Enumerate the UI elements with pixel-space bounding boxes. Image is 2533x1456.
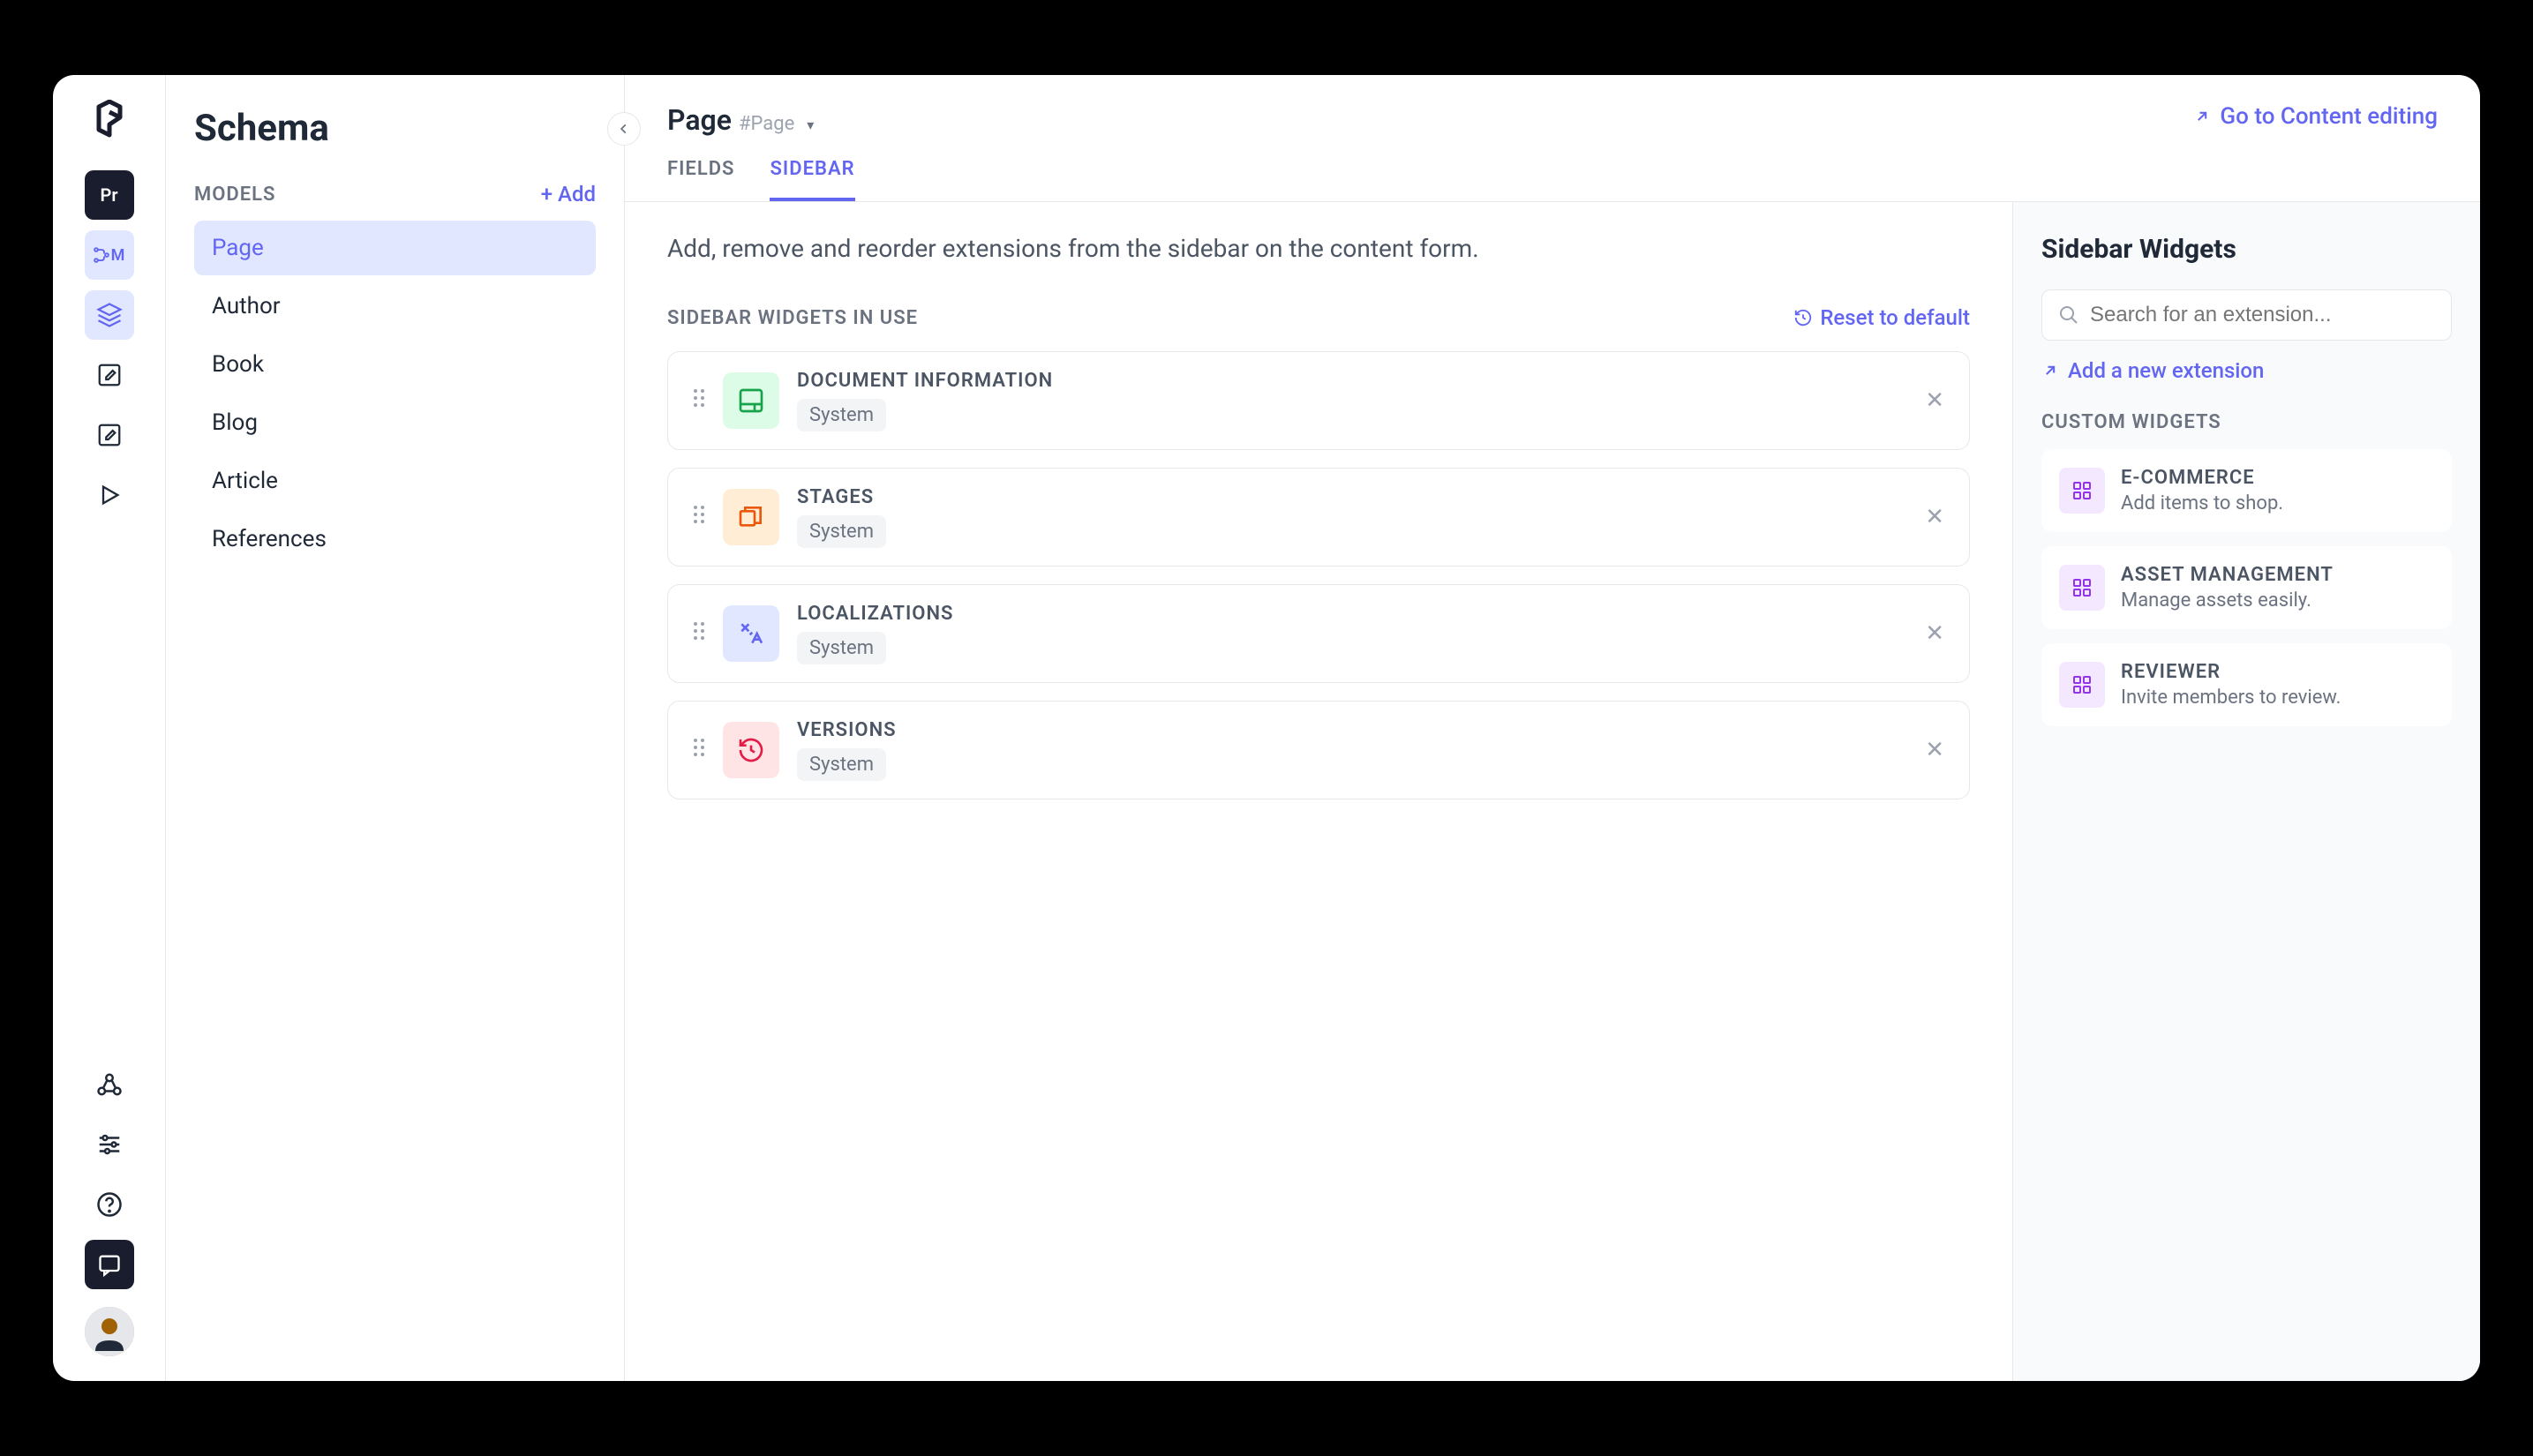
play-icon <box>97 483 122 507</box>
widget-icon <box>723 605 779 662</box>
add-extension-link[interactable]: Add a new extension <box>2041 358 2452 383</box>
layers-icon <box>96 302 123 328</box>
widget-card: VERSIONS System ✕ <box>667 701 1970 799</box>
widget-card: STAGES System ✕ <box>667 468 1970 567</box>
custom-widget-card[interactable]: REVIEWER Invite members to review. <box>2041 643 2452 726</box>
grid-icon <box>2059 468 2105 514</box>
custom-widgets-label: CUSTOM WIDGETS <box>2041 411 2452 433</box>
logo-icon <box>92 100 127 142</box>
avatar-icon <box>85 1307 134 1356</box>
go-to-content-link[interactable]: Go to Content editing <box>2193 103 2438 130</box>
widget-title: DOCUMENT INFORMATION <box>797 370 1907 392</box>
nav-schema[interactable] <box>85 290 134 340</box>
models-label: MODELS <box>194 184 275 206</box>
nav-settings[interactable] <box>85 1120 134 1169</box>
widget-title: STAGES <box>797 486 1907 508</box>
tabs: FIELDS SIDEBAR <box>625 137 2480 202</box>
chat-icon <box>97 1252 122 1277</box>
widget-tag: System <box>797 632 886 664</box>
model-item[interactable]: Author <box>194 279 596 334</box>
center-panel: Add, remove and reorder extensions from … <box>625 202 2012 1381</box>
nav-master-badge[interactable]: M <box>85 230 134 280</box>
widgets-in-use-label: SIDEBAR WIDGETS IN USE <box>667 307 918 329</box>
remove-widget-button[interactable]: ✕ <box>1925 737 1944 763</box>
widget-icon <box>723 489 779 545</box>
nav-content[interactable] <box>85 350 134 400</box>
widget-tag: System <box>797 399 886 432</box>
nav-playground[interactable] <box>85 470 134 520</box>
search-icon <box>2058 304 2079 326</box>
sidebar-widgets-title: Sidebar Widgets <box>2041 234 2452 265</box>
sidebar-right: Sidebar Widgets Add a new extension CUST… <box>2012 202 2480 1381</box>
widget-card: DOCUMENT INFORMATION System ✕ <box>667 351 1970 450</box>
widget-icon <box>723 722 779 778</box>
webhook-icon <box>96 1071 123 1098</box>
widget-title: LOCALIZATIONS <box>797 603 1907 625</box>
user-avatar[interactable] <box>85 1307 134 1356</box>
nav-help[interactable] <box>85 1180 134 1229</box>
widgets-in-use-list: DOCUMENT INFORMATION System ✕ STAGES Sys… <box>667 351 1970 799</box>
widget-tag: System <box>797 515 886 548</box>
drag-handle[interactable] <box>693 621 705 646</box>
crumb-title: Page <box>667 103 732 137</box>
intro-text: Add, remove and reorder extensions from … <box>667 234 1970 263</box>
drag-handle[interactable] <box>693 505 705 529</box>
grid-icon <box>2059 662 2105 708</box>
custom-widget-title: ASSET MANAGEMENT <box>2121 564 2334 586</box>
breadcrumb[interactable]: Page #Page ▾ <box>667 103 814 137</box>
model-item[interactable]: Page <box>194 221 596 275</box>
custom-widget-desc: Add items to shop. <box>2121 492 2283 514</box>
drag-handle[interactable] <box>693 738 705 762</box>
model-item[interactable]: Article <box>194 454 596 508</box>
custom-widget-desc: Manage assets easily. <box>2121 589 2334 612</box>
sliders-icon <box>96 1131 123 1158</box>
crumb-tag: #Page <box>739 113 794 135</box>
nav-rail: Pr M <box>53 75 166 1381</box>
widget-tag: System <box>797 748 886 781</box>
tab[interactable]: FIELDS <box>667 158 734 201</box>
external-link-icon <box>2041 362 2059 379</box>
custom-widget-card[interactable]: E-COMMERCE Add items to shop. <box>2041 449 2452 532</box>
widget-title: VERSIONS <box>797 719 1907 741</box>
custom-widget-title: REVIEWER <box>2121 661 2341 683</box>
chevron-left-icon <box>618 123 630 135</box>
search-box[interactable] <box>2041 289 2452 341</box>
widget-icon <box>723 372 779 429</box>
app-logo[interactable] <box>88 100 131 142</box>
app-window: Pr M <box>53 75 2480 1381</box>
custom-widgets-list: E-COMMERCE Add items to shop. ASSET MANA… <box>2041 449 2452 726</box>
add-model-button[interactable]: + Add <box>541 182 596 206</box>
main-area: Page #Page ▾ Go to Content editing FIELD… <box>625 75 2480 1381</box>
search-input[interactable] <box>2090 303 2435 327</box>
nav-assets[interactable] <box>85 410 134 460</box>
custom-widget-card[interactable]: ASSET MANAGEMENT Manage assets easily. <box>2041 546 2452 629</box>
remove-widget-button[interactable]: ✕ <box>1925 504 1944 530</box>
nav-webhooks[interactable] <box>85 1060 134 1109</box>
collapse-sidebar-button[interactable] <box>607 112 641 146</box>
remove-widget-button[interactable]: ✕ <box>1925 387 1944 414</box>
drag-handle[interactable] <box>693 388 705 413</box>
sidebar-left: Schema MODELS + Add PageAuthorBookBlogAr… <box>166 75 625 1381</box>
remove-widget-button[interactable]: ✕ <box>1925 620 1944 647</box>
nav-project-badge[interactable]: Pr <box>85 170 134 220</box>
model-item[interactable]: References <box>194 512 596 567</box>
edit-alt-icon <box>96 422 123 448</box>
custom-widget-desc: Invite members to review. <box>2121 687 2341 709</box>
model-item[interactable]: Blog <box>194 395 596 450</box>
edit-icon <box>96 362 123 388</box>
chevron-down-icon: ▾ <box>807 116 814 133</box>
widget-card: LOCALIZATIONS System ✕ <box>667 584 1970 683</box>
page-title: Schema <box>194 107 596 150</box>
tab[interactable]: SIDEBAR <box>770 158 854 201</box>
external-link-icon <box>2193 108 2211 125</box>
reset-to-default-button[interactable]: Reset to default <box>1793 305 1970 330</box>
nav-chat[interactable] <box>85 1240 134 1289</box>
help-icon <box>96 1191 123 1218</box>
model-item[interactable]: Book <box>194 337 596 392</box>
models-list: PageAuthorBookBlogArticleReferences <box>194 221 596 567</box>
custom-widget-title: E-COMMERCE <box>2121 467 2283 489</box>
branch-icon <box>94 247 109 263</box>
grid-icon <box>2059 565 2105 611</box>
history-icon <box>1793 308 1813 327</box>
